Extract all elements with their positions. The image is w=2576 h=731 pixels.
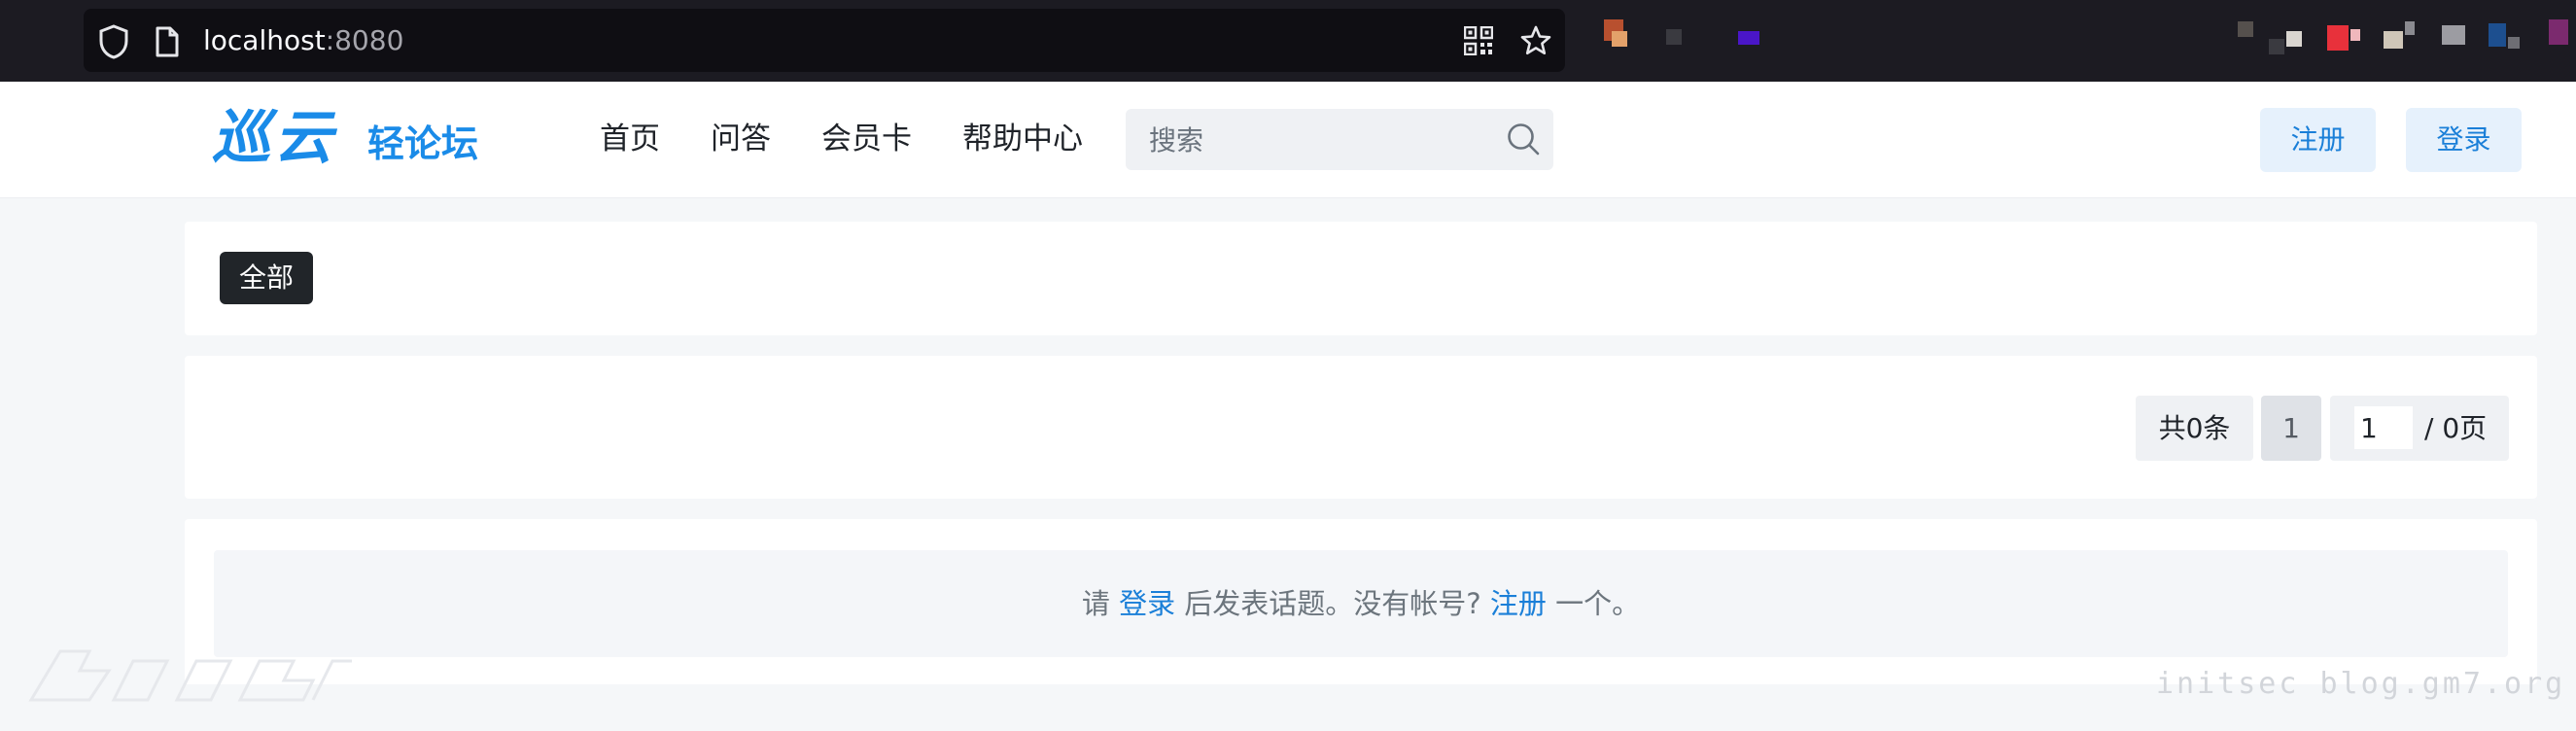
shield-icon[interactable] (97, 23, 130, 60)
extension-icon[interactable] (2442, 25, 2465, 45)
extensions-strip (1567, 0, 2576, 82)
login-notice: 请 登录 后发表话题。没有帐号? 注册 一个。 (214, 550, 2508, 657)
page-icon (156, 26, 179, 57)
nav-qa[interactable]: 问答 (711, 117, 771, 161)
bookmark-star-icon[interactable] (1519, 24, 1552, 57)
register-button[interactable]: 注册 (2260, 108, 2376, 172)
extension-icon[interactable] (2549, 19, 2568, 45)
qr-code-icon[interactable] (1464, 26, 1493, 55)
extension-icon[interactable] (1666, 29, 1682, 45)
site-logo[interactable]: 巡云 轻论坛 (212, 106, 500, 170)
extension-icon (1612, 31, 1627, 47)
extension-icon (2508, 37, 2520, 49)
filter-card (185, 222, 2537, 335)
extension-icon[interactable] (2327, 25, 2349, 51)
pagination-total: 共0条 (2136, 396, 2253, 461)
search-input[interactable] (1149, 121, 1460, 159)
extension-icon[interactable] (2238, 21, 2253, 37)
extension-icon[interactable] (2286, 31, 2302, 47)
nav-help-center[interactable]: 帮助中心 (962, 117, 1083, 161)
logo-sub-text: 轻论坛 (367, 122, 479, 165)
extension-icon[interactable] (1738, 31, 1759, 45)
search-box (1126, 109, 1553, 170)
url-host: localhost (203, 24, 326, 56)
search-icon[interactable] (1506, 122, 1541, 157)
extension-icon[interactable] (2489, 23, 2506, 47)
logo-main-text: 巡云 (212, 104, 336, 172)
notice-suffix: 一个。 (1546, 587, 1641, 620)
extension-icon[interactable] (2384, 31, 2403, 49)
url-port: :8080 (325, 24, 404, 56)
url-text[interactable]: localhost:8080 (203, 24, 403, 57)
nav-membership[interactable]: 会员卡 (821, 117, 912, 161)
login-button[interactable]: 登录 (2406, 108, 2522, 172)
notice-middle: 后发表话题。没有帐号? (1175, 587, 1490, 620)
pagination-page-count: / 0页 (2424, 412, 2488, 444)
watermark-logo (28, 649, 352, 702)
notice-login-link[interactable]: 登录 (1119, 587, 1175, 620)
tag-all[interactable]: 全部 (220, 252, 313, 304)
extension-icon (2405, 21, 2415, 35)
pagination-jump-input[interactable] (2354, 406, 2413, 449)
extension-icon (2269, 39, 2284, 54)
nav-home[interactable]: 首页 (600, 117, 660, 161)
watermark-text: initsec blog.gm7.org (2156, 667, 2566, 701)
extension-icon (2350, 29, 2360, 41)
notice-prefix: 请 (1081, 587, 1120, 620)
pagination-current-page[interactable]: 1 (2261, 396, 2321, 461)
notice-register-link[interactable]: 注册 (1490, 587, 1547, 620)
